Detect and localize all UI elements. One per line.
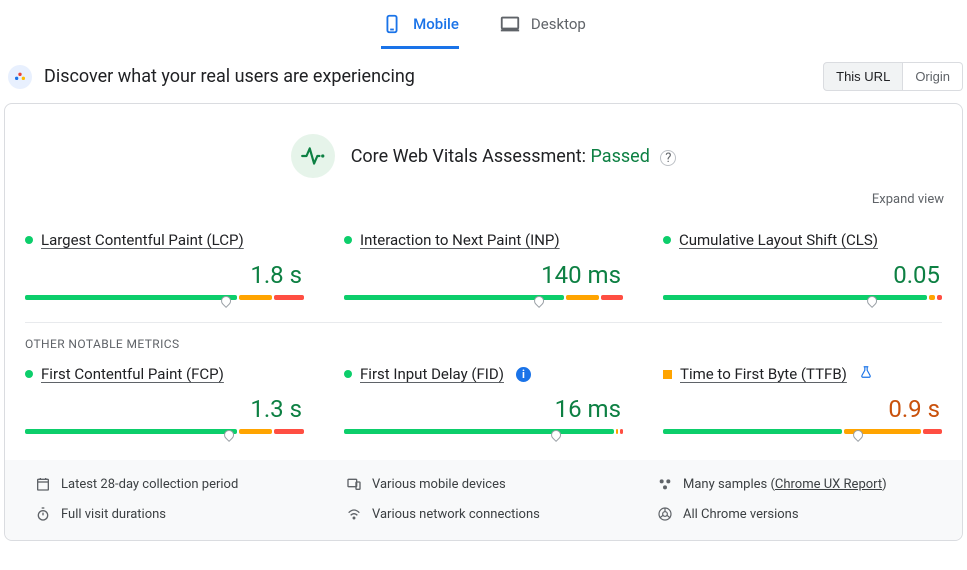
assessment-row: Core Web Vitals Assessment: Passed ? [5,122,962,186]
header-row: Discover what your real users are experi… [0,50,967,103]
metric-bar-time-to-first-byte-ttfb [663,429,942,434]
status-dot [344,370,352,378]
assessment-status: Passed [591,146,650,167]
crux-report-link[interactable]: Chrome UX Report [775,477,882,492]
divider [25,322,942,323]
chrome-icon [657,506,673,522]
vitals-card: Core Web Vitals Assessment: Passed ? Exp… [4,103,963,541]
other-metrics-label: OTHER NOTABLE METRICS [5,337,962,355]
timer-icon [35,506,51,522]
expand-view-link[interactable]: Expand view [872,192,944,207]
metric-bar-interaction-to-next-paint-inp [344,295,623,300]
metric-value-largest-contentful-paint-lcp: 1.8 s [25,261,304,289]
pulse-icon [291,134,335,178]
metric-name-time-to-first-byte-ttfb[interactable]: Time to First Byte (TTFB) [680,365,847,383]
samples-icon [657,476,673,492]
metric-first-input-delay-fid: First Input Delay (FID) i 16 ms [344,355,623,446]
page-title: Discover what your real users are experi… [44,66,415,87]
tab-desktop-label: Desktop [531,15,586,33]
status-square [663,370,672,379]
metric-name-cumulative-layout-shift-cls[interactable]: Cumulative Layout Shift (CLS) [679,231,878,249]
metric-bar-first-contentful-paint-fcp [25,429,304,434]
metric-first-contentful-paint-fcp: First Contentful Paint (FCP) 1.3 s [25,355,304,446]
other-metrics-grid: First Contentful Paint (FCP) 1.3 s First… [5,355,962,446]
core-metrics-grid: Largest Contentful Paint (LCP) 1.8 s Int… [5,221,962,312]
metric-value-first-contentful-paint-fcp: 1.3 s [25,395,304,423]
gauge-icon [8,65,32,89]
status-dot [25,370,33,378]
this-url-button[interactable]: This URL [823,62,903,91]
footer-network: Various network connections [328,506,639,522]
mobile-icon [381,13,403,35]
help-icon[interactable]: ? [660,150,676,166]
tab-mobile-label: Mobile [413,15,459,33]
metric-name-first-contentful-paint-fcp[interactable]: First Contentful Paint (FCP) [41,365,224,383]
metric-value-interaction-to-next-paint-inp: 140 ms [344,261,623,289]
footer-period: Latest 28-day collection period [17,476,328,492]
metric-value-first-input-delay-fid: 16 ms [344,395,623,423]
metric-bar-cumulative-layout-shift-cls [663,295,942,300]
assessment-text: Core Web Vitals Assessment: Passed ? [351,146,677,167]
footer-grid: Latest 28-day collection period Various … [5,460,962,540]
metric-largest-contentful-paint-lcp: Largest Contentful Paint (LCP) 1.8 s [25,221,304,312]
device-tabs: Mobile Desktop [0,0,967,50]
metric-cumulative-layout-shift-cls: Cumulative Layout Shift (CLS) 0.05 [663,221,942,312]
metric-bar-largest-contentful-paint-lcp [25,295,304,300]
metric-interaction-to-next-paint-inp: Interaction to Next Paint (INP) 140 ms [344,221,623,312]
url-origin-toggle: This URL Origin [823,62,963,91]
devices-icon [346,476,362,492]
origin-button[interactable]: Origin [903,62,963,91]
calendar-icon [35,476,51,492]
footer-devices: Various mobile devices [328,476,639,492]
metric-name-interaction-to-next-paint-inp[interactable]: Interaction to Next Paint (INP) [360,231,560,249]
assessment-label: Core Web Vitals Assessment: [351,146,586,167]
footer-durations: Full visit durations [17,506,328,522]
metric-value-cumulative-layout-shift-cls: 0.05 [663,261,942,289]
metric-bar-first-input-delay-fid [344,429,623,434]
status-dot [344,236,352,244]
footer-versions: All Chrome versions [639,506,950,522]
wifi-icon [346,506,362,522]
footer-samples: Many samples (Chrome UX Report) [639,476,950,492]
status-dot [663,236,671,244]
metric-name-largest-contentful-paint-lcp[interactable]: Largest Contentful Paint (LCP) [41,231,244,249]
tab-desktop[interactable]: Desktop [499,1,586,49]
tab-mobile[interactable]: Mobile [381,1,459,49]
info-badge[interactable]: i [516,367,531,382]
flask-icon [859,365,873,383]
metric-time-to-first-byte-ttfb: Time to First Byte (TTFB) 0.9 s [663,355,942,446]
metric-name-first-input-delay-fid[interactable]: First Input Delay (FID) [360,365,504,383]
metric-value-time-to-first-byte-ttfb: 0.9 s [663,395,942,423]
status-dot [25,236,33,244]
desktop-icon [499,13,521,35]
